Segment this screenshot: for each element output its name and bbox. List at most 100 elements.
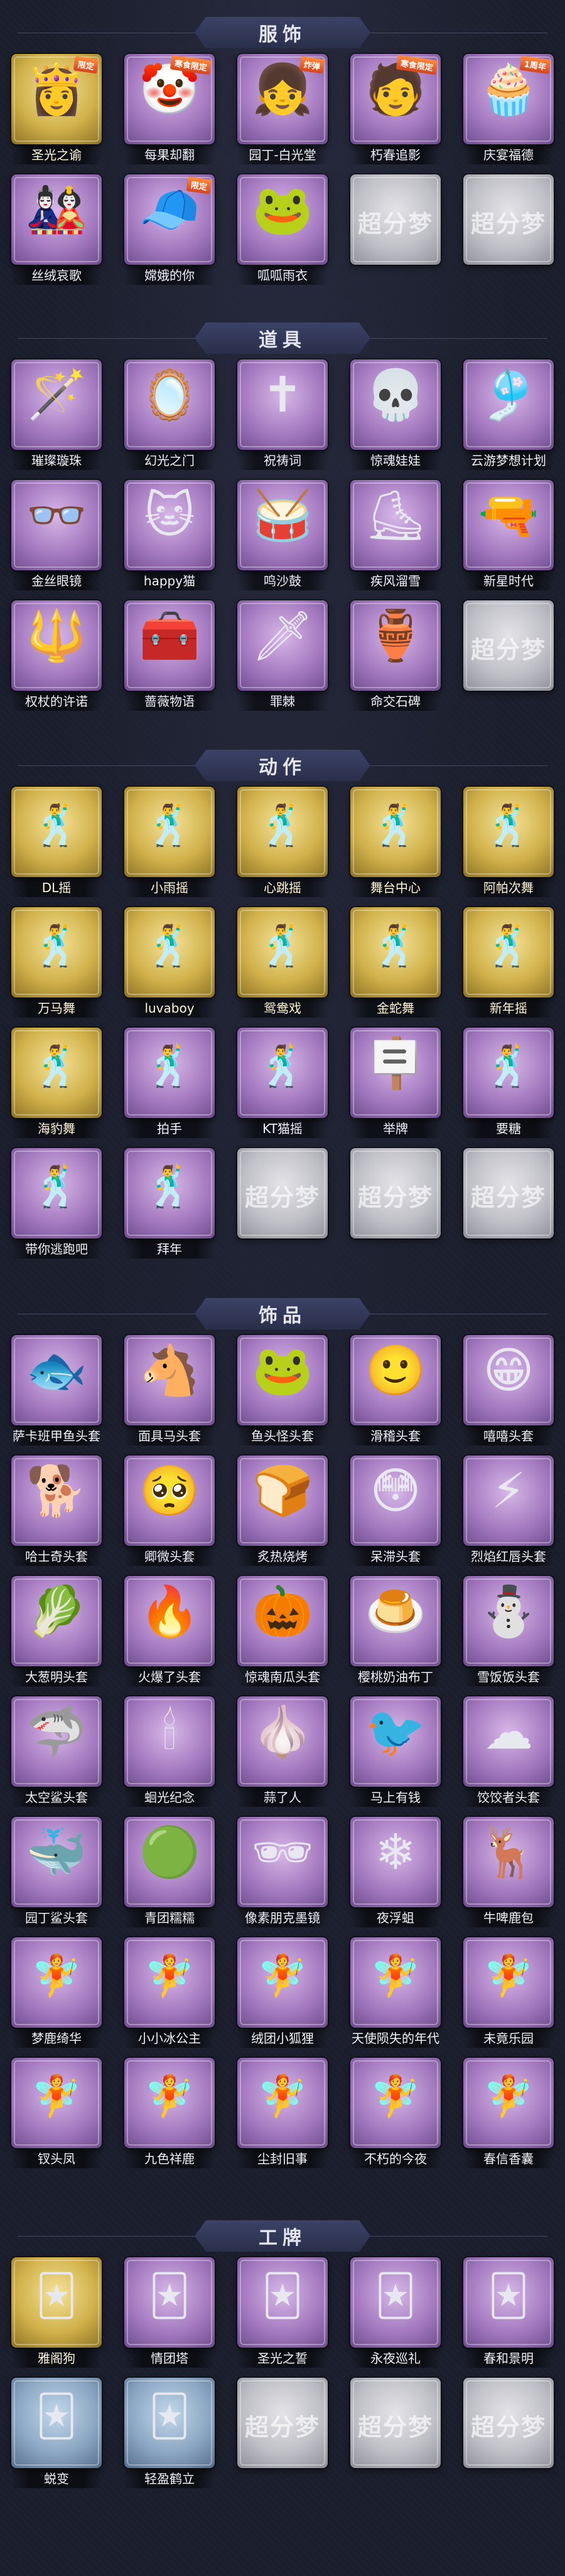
inventory-item[interactable]: 🥬 大葱明头套 (11, 1576, 102, 1690)
locked-slot[interactable]: 超分梦 (463, 1148, 554, 1262)
inventory-item[interactable]: 🕺 海豹舞 (11, 1028, 102, 1142)
inventory-item[interactable]: 🦈 太空鲨头套 (11, 1696, 102, 1811)
inventory-item[interactable]: 🐸 鱼头怪头套 (237, 1335, 328, 1449)
inventory-item[interactable]: 👓 金丝眼镜 (11, 480, 102, 594)
inventory-item[interactable]: 🧚 九色祥鹿 (124, 2058, 215, 2172)
inventory-item[interactable]: 🐱 happy猫 (124, 480, 215, 594)
inventory-item[interactable]: 🕺 拜年 (124, 1148, 215, 1262)
inventory-item[interactable]: 🧚 春信香囊 (463, 2058, 554, 2172)
inventory-item[interactable]: 🦌 牛啤鹿包 (463, 1817, 554, 1931)
inventory-item[interactable]: 🃏 春和景明 (463, 2257, 554, 2371)
section-header: 饰品 (0, 1292, 565, 1335)
inventory-item[interactable]: 🧚 小小冰公主 (124, 1937, 215, 2052)
item-card: 👓 (11, 480, 102, 570)
inventory-item[interactable]: 🧚 不朽的今夜 (350, 2058, 441, 2172)
inventory-item[interactable]: 🕯 蛔光纪念 (124, 1696, 215, 1811)
item-card: 🕺 (463, 787, 554, 877)
inventory-item[interactable]: 🔥 火爆了头套 (124, 1576, 215, 1690)
inventory-item[interactable]: 🃏 雅阁狗 (11, 2257, 102, 2371)
inventory-item[interactable]: 🧚 梦鹿绮华 (11, 1937, 102, 2052)
inventory-item[interactable]: 🎐 云游梦想计划 (463, 359, 554, 474)
inventory-item[interactable]: 🧑 寒食限定 朽春追影 (350, 54, 441, 168)
inventory-item[interactable]: 👸 限定 圣光之谕 (11, 54, 102, 168)
item-card: 🃏 (124, 2257, 215, 2348)
inventory-item[interactable]: 😳 呆滞头套 (350, 1456, 441, 1570)
inventory-item[interactable]: 🏺 命交石碑 (350, 600, 441, 715)
inventory-item[interactable]: 👧 炸弹 园丁-白光堂 (237, 54, 328, 168)
locked-slot[interactable]: 超分梦 (237, 1148, 328, 1262)
inventory-item[interactable]: 🍮 樱桃奶油布丁 (350, 1576, 441, 1690)
inventory-item[interactable]: 🃏 永夜巡礼 (350, 2257, 441, 2371)
inventory-item[interactable]: 💀 惊魂娃娃 (350, 359, 441, 474)
inventory-item[interactable]: ⛄ 雪饭饭头套 (463, 1576, 554, 1690)
inventory-item[interactable]: 🧚 尘封旧事 (237, 2058, 328, 2172)
inventory-item[interactable]: 🕺 luvaboy (124, 907, 215, 1021)
bokchoy-icon: 🥬 (26, 1583, 87, 1640)
locked-slot[interactable]: 超分梦 (463, 2378, 554, 2492)
inventory-item[interactable]: 🍞 炙热烧烤 (237, 1456, 328, 1570)
inventory-item[interactable]: 🧄 蒜了人 (237, 1696, 328, 1811)
locked-slot[interactable]: 超分梦 (350, 2378, 441, 2492)
inventory-item[interactable]: 🕺 拍手 (124, 1028, 215, 1142)
locked-slot[interactable]: 超分梦 (350, 1148, 441, 1262)
inventory-item[interactable]: ☁ 饺饺者头套 (463, 1696, 554, 1811)
inventory-item[interactable]: 🐳 园丁鲨头套 (11, 1817, 102, 1931)
inventory-item[interactable]: ⚡ 烈焰红唇头套 (463, 1456, 554, 1570)
inventory-item[interactable]: 🃏 蜕变 (11, 2378, 102, 2492)
inventory-item[interactable]: 🃏 圣光之誓 (237, 2257, 328, 2371)
inventory-item[interactable]: 🪞 幻光之门 (124, 359, 215, 474)
inventory-item[interactable]: 🕺 新年摇 (463, 907, 554, 1021)
inventory-item[interactable]: 🧢 限定 嫦娥的你 (124, 174, 215, 289)
item-grid: 🕺 DL摇 🕺 小雨摇 🕺 心跳摇 🕺 舞台中心 🕺 阿帕次舞 🕺 万马舞 🕺 luvaboy 🕺 鸳鸯戏 🕺 金… (11, 787, 554, 1269)
inventory-item[interactable]: 🧚 绒团小狐狸 (237, 1937, 328, 2052)
inventory-item[interactable]: 🧁 1周年 庆宴福德 (463, 54, 554, 168)
inventory-item[interactable]: 🐴 面具马头套 (124, 1335, 215, 1449)
inventory-item[interactable]: ✝ 祝祷词 (237, 359, 328, 474)
inventory-item[interactable]: 🧰 蔷薇物语 (124, 600, 215, 715)
item-label: 小小冰公主 (124, 2029, 215, 2048)
inventory-item[interactable]: 🕺 万马舞 (11, 907, 102, 1021)
locked-slot[interactable]: 超分梦 (237, 2378, 328, 2492)
figure-icon: 🧚 (370, 1953, 421, 1999)
inventory-item[interactable]: 🥁 鸣沙鼓 (237, 480, 328, 594)
inventory-item[interactable]: 🙂 滑稽头套 (350, 1335, 441, 1449)
inventory-item[interactable]: 🕺 要糖 (463, 1028, 554, 1142)
inventory-item[interactable]: 🕺 心跳摇 (237, 787, 328, 901)
inventory-item[interactable]: 🟢 青团糯糯 (124, 1817, 215, 1931)
inventory-item[interactable]: 🕺 DL摇 (11, 787, 102, 901)
inventory-item[interactable]: 🪄 璀璨璇珠 (11, 359, 102, 474)
inventory-item[interactable]: 🃏 情团塔 (124, 2257, 215, 2371)
inventory-item[interactable]: 🕺 金蛇舞 (350, 907, 441, 1021)
inventory-item[interactable]: 🧚 天使陨失的年代 (350, 1937, 441, 2052)
inventory-item[interactable]: 🧚 钗头凤 (11, 2058, 102, 2172)
locked-slot[interactable]: 超分梦 (350, 174, 441, 289)
inventory-item[interactable]: ⛸ 疾风溜雪 (350, 480, 441, 594)
inventory-item[interactable]: 🐕 哈士奇头套 (11, 1456, 102, 1570)
inventory-item[interactable]: 🕺 阿帕次舞 (463, 787, 554, 901)
inventory-item[interactable]: 🐦 马上有钱 (350, 1696, 441, 1811)
inventory-item[interactable]: 🐟 萨卡班甲鱼头套 (11, 1335, 102, 1449)
inventory-item[interactable]: 🕺 鸳鸯戏 (237, 907, 328, 1021)
inventory-item[interactable]: 🥺 卿微头套 (124, 1456, 215, 1570)
inventory-item[interactable]: 🃏 轻盈鹤立 (124, 2378, 215, 2492)
inventory-item[interactable]: 🕺 KT猫摇 (237, 1028, 328, 1142)
inventory-item[interactable]: 🕺 小雨摇 (124, 787, 215, 901)
item-card: 🎐 (463, 359, 554, 450)
inventory-item[interactable]: 🔫 新星时代 (463, 480, 554, 594)
inventory-item[interactable]: 🐸 呱呱雨衣 (237, 174, 328, 289)
inventory-item[interactable]: 🕺 带你逃跑吧 (11, 1148, 102, 1262)
inventory-item[interactable]: 🎎 丝绒哀歌 (11, 174, 102, 289)
inventory-item[interactable]: 🎃 惊魂南瓜头套 (237, 1576, 328, 1690)
inventory-item[interactable]: 🗡 罪棘 (237, 600, 328, 715)
inventory-item[interactable]: 🕺 舞台中心 (350, 787, 441, 901)
inventory-item[interactable]: 🕶 像素朋克墨镜 (237, 1817, 328, 1931)
locked-slot[interactable]: 超分梦 (463, 600, 554, 715)
inventory-item[interactable]: 🔱 权杖的许诺 (11, 600, 102, 715)
inventory-item[interactable]: 🤡 寒食限定 每果却翻 (124, 54, 215, 168)
inventory-item[interactable]: 😁 嘻嘻头套 (463, 1335, 554, 1449)
item-card: 超分梦 (350, 1148, 441, 1238)
inventory-item[interactable]: ❄ 夜浮蛆 (350, 1817, 441, 1931)
inventory-item[interactable]: 🧚 未竟乐园 (463, 1937, 554, 2052)
inventory-item[interactable]: 🪧 举牌 (350, 1028, 441, 1142)
locked-slot[interactable]: 超分梦 (463, 174, 554, 289)
